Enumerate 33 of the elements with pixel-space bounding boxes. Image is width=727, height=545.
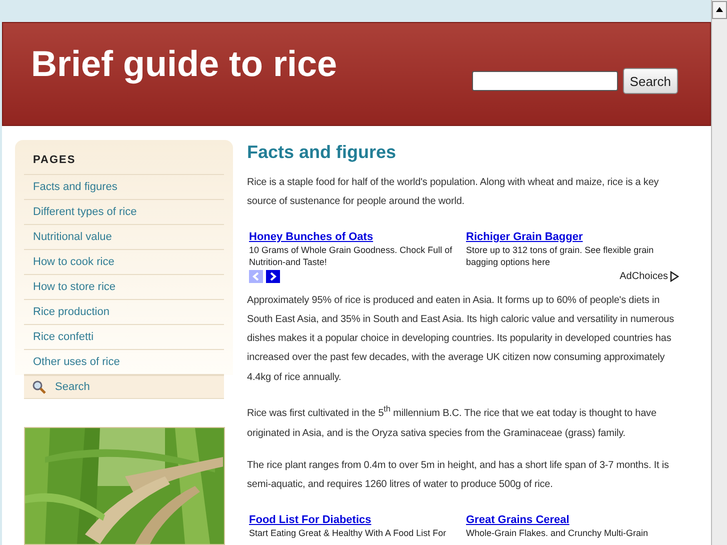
search-icon xyxy=(32,380,46,394)
sidebar-link[interactable]: Rice production xyxy=(24,300,224,325)
sidebar-link[interactable]: Rice confetti xyxy=(24,325,224,350)
ad-link[interactable]: Food List For Diabetics xyxy=(249,514,372,526)
paragraph: Rice was first cultivated in the 5$^{th}$ millennium B.C. The rice that we eat today is thought to have originated in Asia, and is the Oryza sativa species from the Graminaceae (grass) family. xyxy=(247,403,658,441)
sidebar-link[interactable]: Facts and figures xyxy=(24,175,224,200)
sidebar-search-link[interactable]: Search xyxy=(24,375,224,399)
paragraph: Rice is a staple food for half of the world's population. Along with wheat and maize, rice is a key source of sustenance for people around the world. xyxy=(247,176,660,210)
scrollbar[interactable] xyxy=(711,0,727,545)
sidebar-heading: PAGES xyxy=(24,152,224,175)
ad-text: Start Eating Great & Healthy With A Food List For xyxy=(249,526,448,539)
chevron-right-icon xyxy=(269,272,277,281)
sidebar-link[interactable]: How to cook rice xyxy=(24,250,224,275)
sidebar-link[interactable]: Different types of rice xyxy=(24,200,224,225)
ad-text: Store up to 312 tons of grain. See flexible grain bagging options here xyxy=(466,244,655,268)
sidebar-link[interactable]: Nutritional value xyxy=(24,225,224,250)
page-heading: Facts and figures xyxy=(247,142,398,163)
chevron-left-icon xyxy=(252,272,260,281)
scroll-up-icon[interactable] xyxy=(712,1,727,19)
paragraph: Approximately 95% of rice is produced and eaten in Asia. It forms up to 60% of people's diets in South East Asia, and 35% in South and East Asia. Its high caloric value and versatility in numerous dishes makes it a popular choice in developing countries. Its popularity in developed countries has increased over the past few decades, with the average UK citizen now consuming approximately 4.4kg of rice annually. xyxy=(247,294,676,385)
ad-link[interactable]: Great Grains Cereal xyxy=(466,514,570,526)
ad-text: 10 Grams of Whole Grain Goodness. Chock Full of Nutrition-and Taste! xyxy=(249,244,454,268)
adchoices-link[interactable]: AdChoices xyxy=(620,270,679,282)
play-icon xyxy=(670,270,679,282)
search-field[interactable] xyxy=(472,71,618,91)
ad-link[interactable]: Richiger Grain Bagger xyxy=(466,230,583,243)
site-title: Brief guide to rice xyxy=(31,43,338,85)
sidebar-link[interactable]: How to store rice xyxy=(24,275,224,300)
search-button[interactable]: Search xyxy=(622,68,678,94)
paragraph: The rice plant ranges from 0.4m to over 5m in height, and has a short life span of 3-7 months. It is semi-aquatic, and requires 1260 litres of water to produce 500g of rice. xyxy=(247,459,670,492)
next-button[interactable] xyxy=(266,270,280,283)
ad-link[interactable]: Honey Bunches of Oats xyxy=(249,230,374,243)
ad-text: Whole-Grain Flakes. and Crunchy Multi-Grain xyxy=(466,526,650,539)
